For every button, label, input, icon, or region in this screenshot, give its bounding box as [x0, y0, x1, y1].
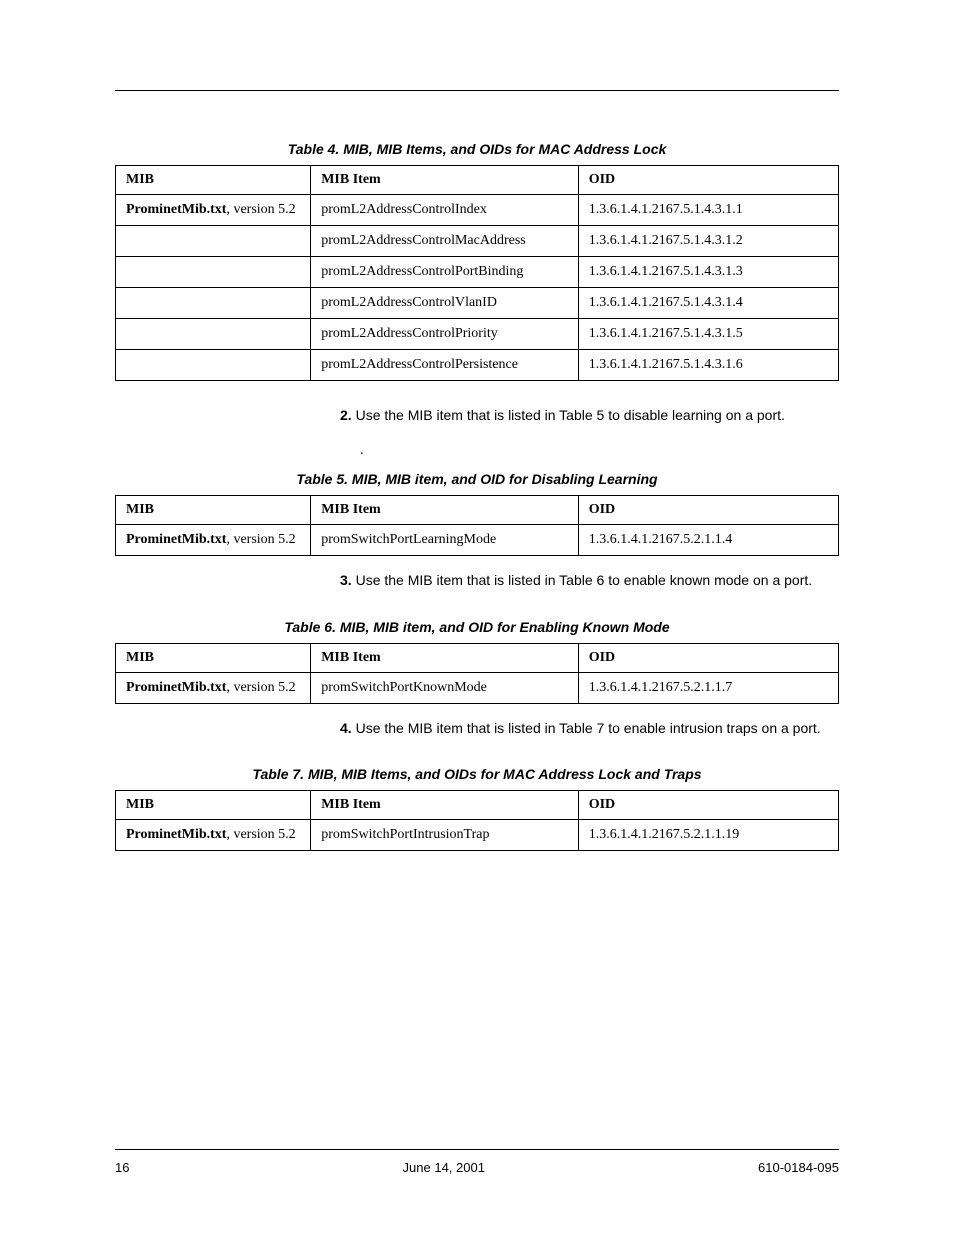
cell-item: promL2AddressControlVlanID [311, 288, 579, 319]
table-header-row: MIB MIB Item OID [116, 496, 839, 525]
col-item: MIB Item [311, 643, 579, 672]
cell-item: promL2AddressControlMacAddress [311, 226, 579, 257]
stray-period: . [360, 443, 839, 459]
mib-filename: ProminetMib.txt [126, 680, 226, 695]
cell-item: promL2AddressControlPriority [311, 319, 579, 350]
col-oid: OID [578, 166, 838, 195]
mib-filename: ProminetMib.txt [126, 202, 226, 217]
table-header-row: MIB MIB Item OID [116, 166, 839, 195]
step-text: Use the MIB item that is listed in Table… [356, 720, 821, 736]
col-item: MIB Item [311, 790, 579, 819]
table6-caption: Table 6. MIB, MIB item, and OID for Enab… [115, 619, 839, 635]
table5-body: ProminetMib.txt, version 5.2promSwitchPo… [116, 525, 839, 556]
col-oid: OID [578, 496, 838, 525]
cell-oid: 1.3.6.1.4.1.2167.5.1.4.3.1.1 [578, 195, 838, 226]
table-row: promL2AddressControlPersistence1.3.6.1.4… [116, 350, 839, 381]
cell-item: promL2AddressControlPortBinding [311, 257, 579, 288]
header-rule [115, 90, 839, 91]
col-mib: MIB [116, 496, 311, 525]
mib-version: , version 5.2 [226, 680, 295, 695]
cell-item: promSwitchPortIntrusionTrap [311, 819, 579, 850]
table5-caption: Table 5. MIB, MIB item, and OID for Disa… [115, 471, 839, 487]
mib-version: , version 5.2 [226, 532, 295, 547]
cell-mib: ProminetMib.txt, version 5.2 [116, 672, 311, 703]
cell-oid: 1.3.6.1.4.1.2167.5.1.4.3.1.5 [578, 319, 838, 350]
step-3-text: 3. Use the MIB item that is listed in Ta… [360, 570, 812, 590]
cell-mib [116, 350, 311, 381]
cell-mib [116, 319, 311, 350]
cell-mib: ProminetMib.txt, version 5.2 [116, 819, 311, 850]
cell-mib [116, 257, 311, 288]
cell-mib [116, 288, 311, 319]
table5: MIB MIB Item OID ProminetMib.txt, versio… [115, 495, 839, 556]
col-item: MIB Item [311, 496, 579, 525]
step-num: 4. [340, 720, 352, 736]
cell-mib [116, 226, 311, 257]
mib-filename: ProminetMib.txt [126, 827, 226, 842]
step-4-text: 4. Use the MIB item that is listed in Ta… [360, 718, 821, 738]
footer-rule [115, 1149, 839, 1150]
step-text: Use the MIB item that is listed in Table… [356, 572, 813, 588]
table7-body: ProminetMib.txt, version 5.2promSwitchPo… [116, 819, 839, 850]
table4: MIB MIB Item OID ProminetMib.txt, versio… [115, 165, 839, 381]
table-row: promL2AddressControlPortBinding1.3.6.1.4… [116, 257, 839, 288]
table-row: ProminetMib.txt, version 5.2promSwitchPo… [116, 525, 839, 556]
step-num: 2. [340, 407, 352, 423]
table-row: ProminetMib.txt, version 5.2promL2Addres… [116, 195, 839, 226]
cell-mib: ProminetMib.txt, version 5.2 [116, 525, 311, 556]
table-row: promL2AddressControlVlanID1.3.6.1.4.1.21… [116, 288, 839, 319]
table-row: ProminetMib.txt, version 5.2promSwitchPo… [116, 819, 839, 850]
table4-caption: Table 4. MIB, MIB Items, and OIDs for MA… [115, 141, 839, 157]
cell-oid: 1.3.6.1.4.1.2167.5.1.4.3.1.3 [578, 257, 838, 288]
cell-oid: 1.3.6.1.4.1.2167.5.2.1.1.7 [578, 672, 838, 703]
cell-oid: 1.3.6.1.4.1.2167.5.1.4.3.1.4 [578, 288, 838, 319]
doc-number: 610-0184-095 [758, 1160, 839, 1175]
cell-oid: 1.3.6.1.4.1.2167.5.1.4.3.1.2 [578, 226, 838, 257]
table7-caption: Table 7. MIB, MIB Items, and OIDs for MA… [115, 766, 839, 782]
cell-oid: 1.3.6.1.4.1.2167.5.2.1.1.19 [578, 819, 838, 850]
col-oid: OID [578, 643, 838, 672]
step-3: 3. Use the MIB item that is listed in Ta… [115, 570, 839, 590]
page-number: 16 [115, 1160, 129, 1175]
step-2: 2. Use the MIB item that is listed in Ta… [115, 405, 839, 425]
table-row: promL2AddressControlMacAddress1.3.6.1.4.… [116, 226, 839, 257]
table-header-row: MIB MIB Item OID [116, 643, 839, 672]
table7: MIB MIB Item OID ProminetMib.txt, versio… [115, 790, 839, 851]
step-4: 4. Use the MIB item that is listed in Ta… [115, 718, 839, 738]
col-mib: MIB [116, 166, 311, 195]
step-2-text: 2. Use the MIB item that is listed in Ta… [360, 405, 785, 425]
col-oid: OID [578, 790, 838, 819]
mib-version: , version 5.2 [226, 827, 295, 842]
table6-body: ProminetMib.txt, version 5.2promSwitchPo… [116, 672, 839, 703]
cell-item: promL2AddressControlIndex [311, 195, 579, 226]
cell-oid: 1.3.6.1.4.1.2167.5.1.4.3.1.6 [578, 350, 838, 381]
step-num: 3. [340, 572, 352, 588]
col-mib: MIB [116, 643, 311, 672]
cell-item: promL2AddressControlPersistence [311, 350, 579, 381]
page: Table 4. MIB, MIB Items, and OIDs for MA… [0, 0, 954, 1235]
table-row: ProminetMib.txt, version 5.2promSwitchPo… [116, 672, 839, 703]
step-text: Use the MIB item that is listed in Table… [356, 407, 785, 423]
col-mib: MIB [116, 790, 311, 819]
mib-filename: ProminetMib.txt [126, 532, 226, 547]
cell-item: promSwitchPortLearningMode [311, 525, 579, 556]
page-footer: 16 June 14, 2001 610-0184-095 [115, 1149, 839, 1175]
table4-body: ProminetMib.txt, version 5.2promL2Addres… [116, 195, 839, 381]
cell-oid: 1.3.6.1.4.1.2167.5.2.1.1.4 [578, 525, 838, 556]
table6: MIB MIB Item OID ProminetMib.txt, versio… [115, 643, 839, 704]
cell-item: promSwitchPortKnownMode [311, 672, 579, 703]
table-row: promL2AddressControlPriority1.3.6.1.4.1.… [116, 319, 839, 350]
table-header-row: MIB MIB Item OID [116, 790, 839, 819]
footer-date: June 14, 2001 [403, 1160, 485, 1175]
cell-mib: ProminetMib.txt, version 5.2 [116, 195, 311, 226]
col-item: MIB Item [311, 166, 579, 195]
mib-version: , version 5.2 [226, 202, 295, 217]
